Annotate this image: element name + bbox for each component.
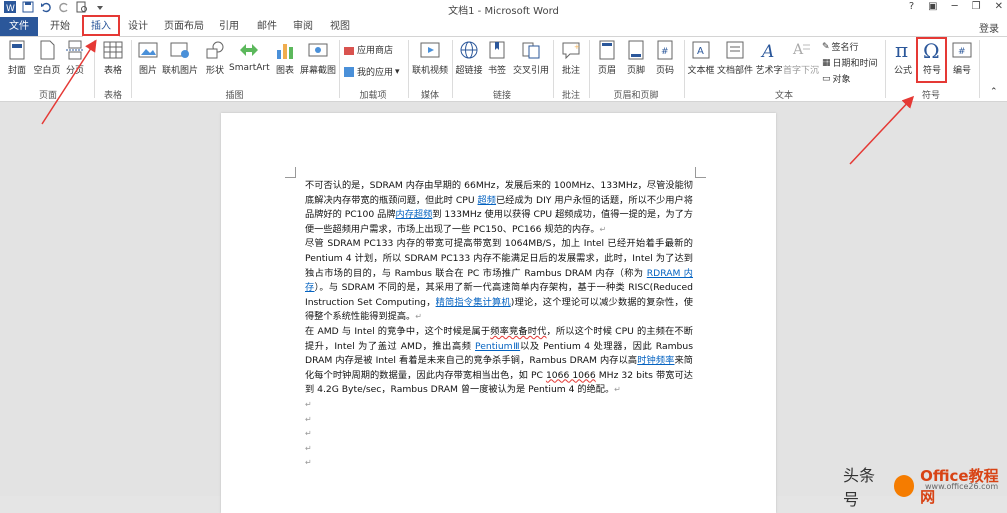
watermark-url: www.office26.com: [925, 482, 999, 491]
office-logo-icon: [893, 475, 915, 497]
arrow-to-insert-tab: [41, 39, 97, 125]
watermark: 头条号 Office教程网 www.office26.com: [843, 462, 1007, 510]
annotation-arrows: [41, 39, 915, 165]
watermark-left-text: 头条号: [843, 466, 876, 509]
arrow-to-symbol-button: [849, 95, 915, 165]
